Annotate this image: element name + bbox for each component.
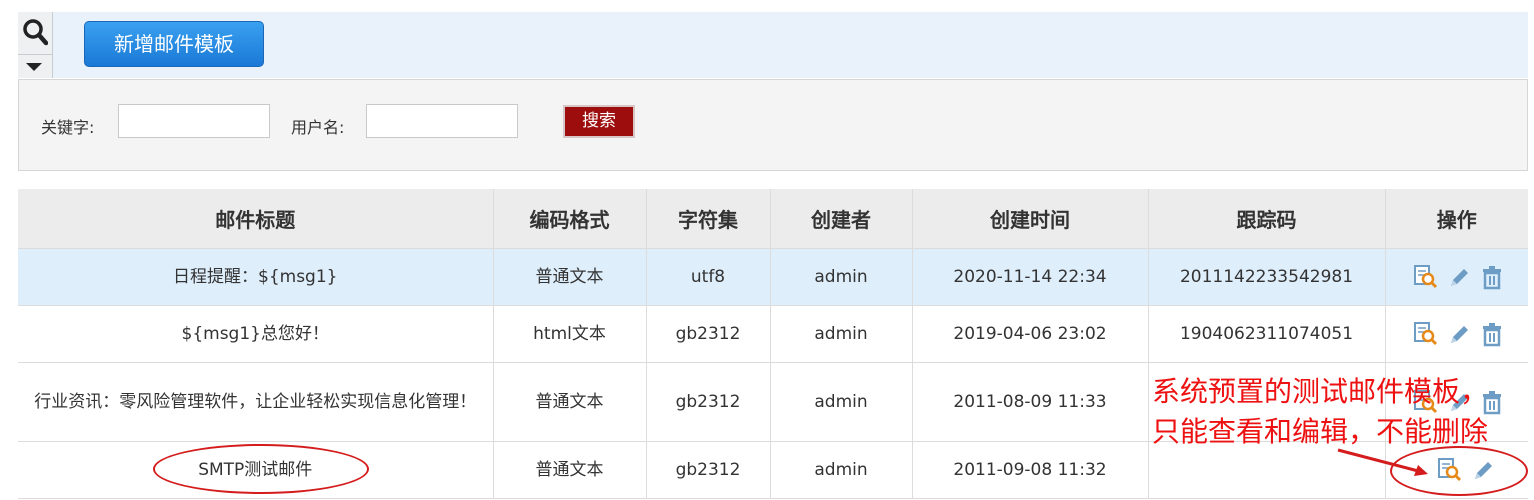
table-header-row: 邮件标题 编码格式 字符集 创建者 创建时间 跟踪码 操作 xyxy=(18,189,1528,249)
cell-tracking: 2011142233542981 xyxy=(1148,248,1386,306)
cell-created: 2011-09-08 11:32 xyxy=(912,441,1149,499)
cell-format: 普通文本 xyxy=(493,362,647,442)
search-icon[interactable] xyxy=(22,18,48,46)
cell-tracking: 1904062311074051 xyxy=(1148,305,1386,363)
column-header-format[interactable]: 编码格式 xyxy=(493,189,647,249)
cell-creator: admin xyxy=(770,248,913,306)
annotation-arrow-icon xyxy=(1337,448,1428,476)
cell-title: SMTP测试邮件 xyxy=(18,441,494,499)
cell-created: 2019-04-06 23:02 xyxy=(912,305,1149,363)
edit-icon[interactable] xyxy=(1447,321,1471,347)
cell-format: 普通文本 xyxy=(493,441,647,499)
cell-creator: admin xyxy=(770,441,913,499)
divider xyxy=(18,54,52,55)
search-toggle[interactable] xyxy=(18,12,53,78)
column-header-created[interactable]: 创建时间 xyxy=(912,189,1149,249)
cell-charset: gb2312 xyxy=(646,441,771,499)
cell-title: 日程提醒：${msg1} xyxy=(18,248,494,306)
cell-creator: admin xyxy=(770,305,913,363)
annotation-callout: 系统预置的测试邮件模板，只能查看和编辑，不能删除 xyxy=(1152,375,1489,448)
column-header-creator[interactable]: 创建者 xyxy=(770,189,913,249)
keyword-label: 关键字: xyxy=(41,118,95,137)
template-table: 邮件标题 编码格式 字符集 创建者 创建时间 跟踪码 操作 日程提醒：${msg… xyxy=(18,189,1528,499)
username-input[interactable] xyxy=(366,104,518,138)
column-header-actions: 操作 xyxy=(1385,189,1528,249)
edit-icon[interactable] xyxy=(1447,264,1471,290)
column-header-charset[interactable]: 字符集 xyxy=(646,189,771,249)
delete-icon[interactable] xyxy=(1480,264,1504,290)
cell-created: 2020-11-14 22:34 xyxy=(912,248,1149,306)
cell-creator: admin xyxy=(770,362,913,442)
cell-charset: gb2312 xyxy=(646,305,771,363)
caret-down-icon[interactable] xyxy=(26,63,42,71)
search-panel: 关键字: 用户名: 搜索 xyxy=(18,79,1528,171)
cell-title: ${msg1}总您好！ xyxy=(18,305,494,363)
cell-actions xyxy=(1385,305,1528,363)
delete-icon[interactable] xyxy=(1480,321,1504,347)
add-template-button[interactable]: 新增邮件模板 xyxy=(84,21,264,67)
edit-icon[interactable] xyxy=(1471,457,1495,483)
cell-actions xyxy=(1385,248,1528,306)
cell-format: 普通文本 xyxy=(493,248,647,306)
cell-title: 行业资讯：零风险管理软件，让企业轻松实现信息化管理！ xyxy=(18,362,494,442)
column-header-tracking[interactable]: 跟踪码 xyxy=(1148,189,1386,249)
search-button[interactable]: 搜索 xyxy=(563,105,635,138)
cell-format: html文本 xyxy=(493,305,647,363)
username-label: 用户名: xyxy=(291,118,345,137)
keyword-input[interactable] xyxy=(118,104,270,138)
column-header-title[interactable]: 邮件标题 xyxy=(18,189,494,249)
table-row[interactable]: ${msg1}总您好！ html文本 gb2312 admin 2019-04-… xyxy=(18,305,1528,363)
toolbar: 新增邮件模板 xyxy=(18,12,1528,78)
view-icon[interactable] xyxy=(1413,264,1438,290)
cell-charset: utf8 xyxy=(646,248,771,306)
table-row[interactable]: 日程提醒：${msg1} 普通文本 utf8 admin 2020-11-14 … xyxy=(18,248,1528,306)
cell-charset: gb2312 xyxy=(646,362,771,442)
view-icon[interactable] xyxy=(1437,457,1462,483)
cell-created: 2011-08-09 11:33 xyxy=(912,362,1149,442)
view-icon[interactable] xyxy=(1413,321,1438,347)
